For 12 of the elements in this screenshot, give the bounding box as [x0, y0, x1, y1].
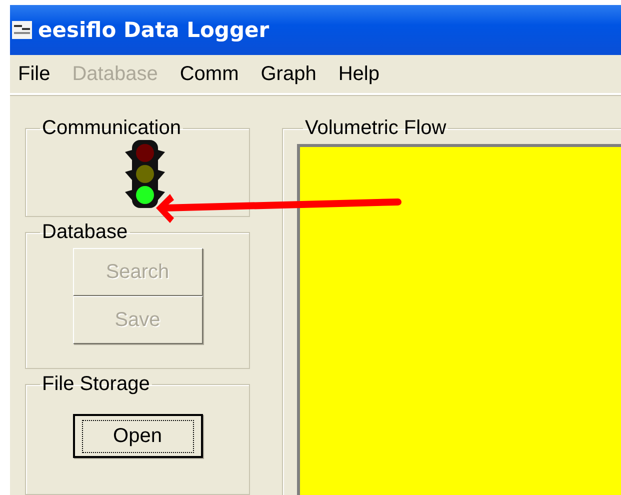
group-title: Database [41, 221, 129, 244]
menu-item[interactable]: File [18, 62, 50, 86]
app-icon [12, 21, 32, 39]
window-title: eesiflo Data Logger [38, 18, 270, 42]
traffic-light-icon [124, 140, 164, 208]
group-title: File Storage [41, 373, 151, 396]
menu-item[interactable]: Help [338, 62, 380, 86]
menu-item[interactable]: Graph [260, 62, 316, 86]
open-button[interactable]: Open [72, 414, 202, 458]
menu-item[interactable]: Comm [180, 62, 239, 86]
group-title: Communication [41, 117, 182, 140]
group-title: Volumetric Flow [304, 117, 448, 140]
